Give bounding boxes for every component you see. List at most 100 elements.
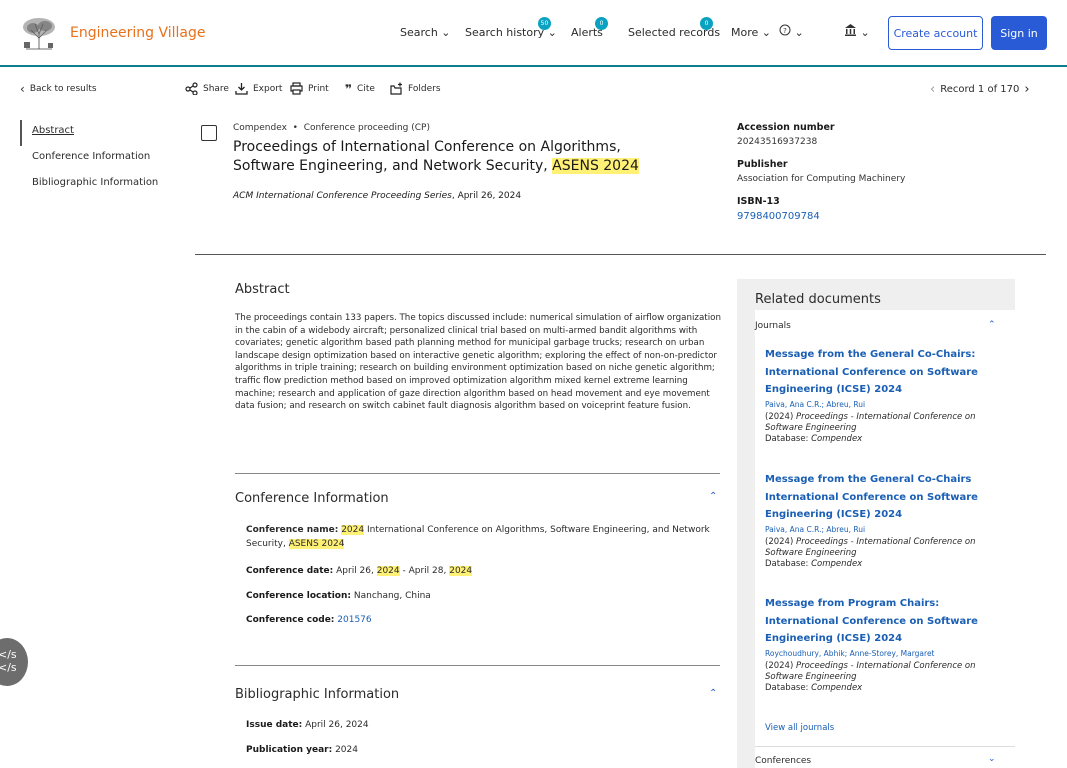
issue-date-value: April 26, 2024 xyxy=(302,720,369,730)
alerts-badge: 0 xyxy=(595,17,608,30)
nav-more-label: More xyxy=(731,26,759,39)
cite-label: Cite xyxy=(357,84,375,94)
search-history-badge: 50 xyxy=(538,17,551,30)
abstract-heading: Abstract xyxy=(235,282,290,297)
related-item-year: (2024) xyxy=(765,536,796,547)
related-item-authors[interactable]: Paiva, Ana C.R.; Abreu, Rui xyxy=(765,525,990,534)
related-item: Message from the General Co-Chairs Inter… xyxy=(765,471,990,570)
quote-icon: ❞ xyxy=(345,82,353,96)
nav-abstract[interactable]: Abstract xyxy=(20,120,158,146)
help-icon: ? xyxy=(779,24,791,36)
conference-name-label: Conference name: xyxy=(246,525,339,535)
related-separator xyxy=(755,746,1015,747)
related-item-db-label: Database: xyxy=(765,682,812,693)
expand-conferences-icon[interactable]: ⌄ xyxy=(988,754,996,764)
related-documents-heading: Related documents xyxy=(755,292,881,307)
collapse-conference-icon[interactable]: ⌃ xyxy=(709,491,719,502)
related-item-source: Proceedings - International Conference o… xyxy=(765,660,976,682)
issue-date-field: Issue date: April 26, 2024 xyxy=(246,720,369,730)
export-button[interactable]: Export xyxy=(235,82,282,95)
share-label: Share xyxy=(203,83,229,94)
source-series: ACM International Conference Proceeding … xyxy=(233,191,452,201)
conference-date-field: Conference date: April 26, 2024 - April … xyxy=(246,566,473,576)
selected-records-badge: 0 xyxy=(700,17,713,30)
conference-name-field: Conference name: 2024 International Conf… xyxy=(246,523,716,551)
related-item-db: Compendex xyxy=(811,682,863,693)
select-record-checkbox[interactable] xyxy=(201,125,217,141)
related-item-year: (2024) xyxy=(765,660,796,671)
chevron-down-icon: ⌄ xyxy=(860,26,870,39)
conference-date-start: April 26, xyxy=(333,566,377,576)
view-all-journals-link[interactable]: View all journals xyxy=(765,723,834,733)
related-journals-label[interactable]: Journals xyxy=(755,321,791,331)
publisher-label: Publisher xyxy=(737,159,788,170)
share-button[interactable]: Share xyxy=(185,82,229,95)
sign-in-button[interactable]: Sign in xyxy=(991,16,1047,50)
record-title-highlight: ASENS 2024 xyxy=(552,158,639,174)
previous-record-icon[interactable]: ‹ xyxy=(930,82,935,97)
related-item-title[interactable]: Message from the General Co-Chairs: Inte… xyxy=(765,346,990,399)
nav-search[interactable]: Search ⌄ xyxy=(400,26,451,39)
related-item-authors[interactable]: Roychoudhury, Abhik; Anne-Storey, Margar… xyxy=(765,649,990,658)
help-menu[interactable]: ? ⌄ xyxy=(779,24,804,39)
folders-label: Folders xyxy=(408,83,441,94)
related-item-title[interactable]: Message from Program Chairs: Internation… xyxy=(765,595,990,648)
record-side-info: Accession number 20243516937238 Publishe… xyxy=(737,122,1037,234)
record-meta: Compendex • Conference proceeding (CP) xyxy=(233,123,430,133)
conference-date-year2: 2024 xyxy=(449,566,473,576)
publisher-value: Association for Computing Machinery xyxy=(737,174,906,184)
conference-location-value: Nanchang, China xyxy=(351,591,431,601)
record-source: ACM International Conference Proceeding … xyxy=(233,191,521,201)
nav-conference-info[interactable]: Conference Information xyxy=(20,146,158,172)
section-divider xyxy=(235,473,720,474)
create-account-button[interactable]: Create account xyxy=(888,16,983,50)
conference-date-mid: - April 28, xyxy=(399,566,450,576)
nav-search-label: Search xyxy=(400,26,438,39)
nav-bibliographic-info[interactable]: Bibliographic Information xyxy=(20,172,158,198)
related-item-authors[interactable]: Paiva, Ana C.R.; Abreu, Rui xyxy=(765,400,990,409)
related-item-details: (2024) Proceedings - International Confe… xyxy=(765,537,990,570)
issue-date-label: Issue date: xyxy=(246,720,303,730)
conference-code-link[interactable]: 201576 xyxy=(337,615,371,625)
print-icon xyxy=(290,82,303,95)
chevron-left-icon: ‹ xyxy=(20,82,25,96)
conference-date-year1: 2024 xyxy=(376,566,400,576)
bullet-separator: • xyxy=(289,123,301,133)
folder-add-icon xyxy=(390,82,402,95)
elsevier-tree-icon xyxy=(20,16,58,50)
section-divider xyxy=(235,665,720,666)
isbn-link[interactable]: 9798400709784 xyxy=(737,211,1037,222)
related-conferences-label[interactable]: Conferences xyxy=(755,756,811,766)
logo[interactable]: Engineering Village xyxy=(20,16,205,50)
nav-more[interactable]: More ⌄ xyxy=(731,26,771,39)
related-item-details: (2024) Proceedings - International Confe… xyxy=(765,661,990,694)
conference-date-label: Conference date: xyxy=(246,566,334,576)
chevron-down-icon: ⌄ xyxy=(441,26,451,39)
source-date: , April 26, 2024 xyxy=(451,191,522,201)
database-name: Compendex xyxy=(233,123,287,133)
folders-button[interactable]: Folders xyxy=(390,82,441,95)
back-to-results-link[interactable]: ‹ Back to results xyxy=(20,82,97,96)
next-record-icon[interactable]: › xyxy=(1024,82,1029,97)
collapse-bibliographic-icon[interactable]: ⌃ xyxy=(709,688,719,699)
conference-name-highlight: ASENS 2024 xyxy=(288,539,345,549)
publication-year-value: 2024 xyxy=(332,745,358,755)
record-pager: ‹ Record 1 of 170 › xyxy=(930,82,1030,97)
code-widget-button[interactable]: </s </s xyxy=(0,638,28,686)
institution-menu[interactable]: ⌄ xyxy=(844,23,870,39)
accession-value: 20243516937238 xyxy=(737,137,818,147)
publication-year-field: Publication year: 2024 xyxy=(246,745,358,755)
cite-button[interactable]: ❞ Cite xyxy=(345,82,375,96)
back-label: Back to results xyxy=(29,84,97,94)
collapse-journals-icon[interactable]: ⌃ xyxy=(988,320,996,330)
accession-label: Accession number xyxy=(737,122,835,133)
export-label: Export xyxy=(253,83,283,94)
top-header: Engineering Village Search ⌄ Search hist… xyxy=(0,0,1067,67)
conference-location-field: Conference location: Nanchang, China xyxy=(246,591,431,601)
print-button[interactable]: Print xyxy=(290,82,329,95)
related-item-title[interactable]: Message from the General Co-Chairs Inter… xyxy=(765,471,990,524)
print-label: Print xyxy=(308,83,329,94)
record-title: Proceedings of International Conference … xyxy=(233,138,653,176)
conference-name-year: 2024 xyxy=(341,525,365,535)
nav-search-history-label: Search history xyxy=(465,26,545,39)
